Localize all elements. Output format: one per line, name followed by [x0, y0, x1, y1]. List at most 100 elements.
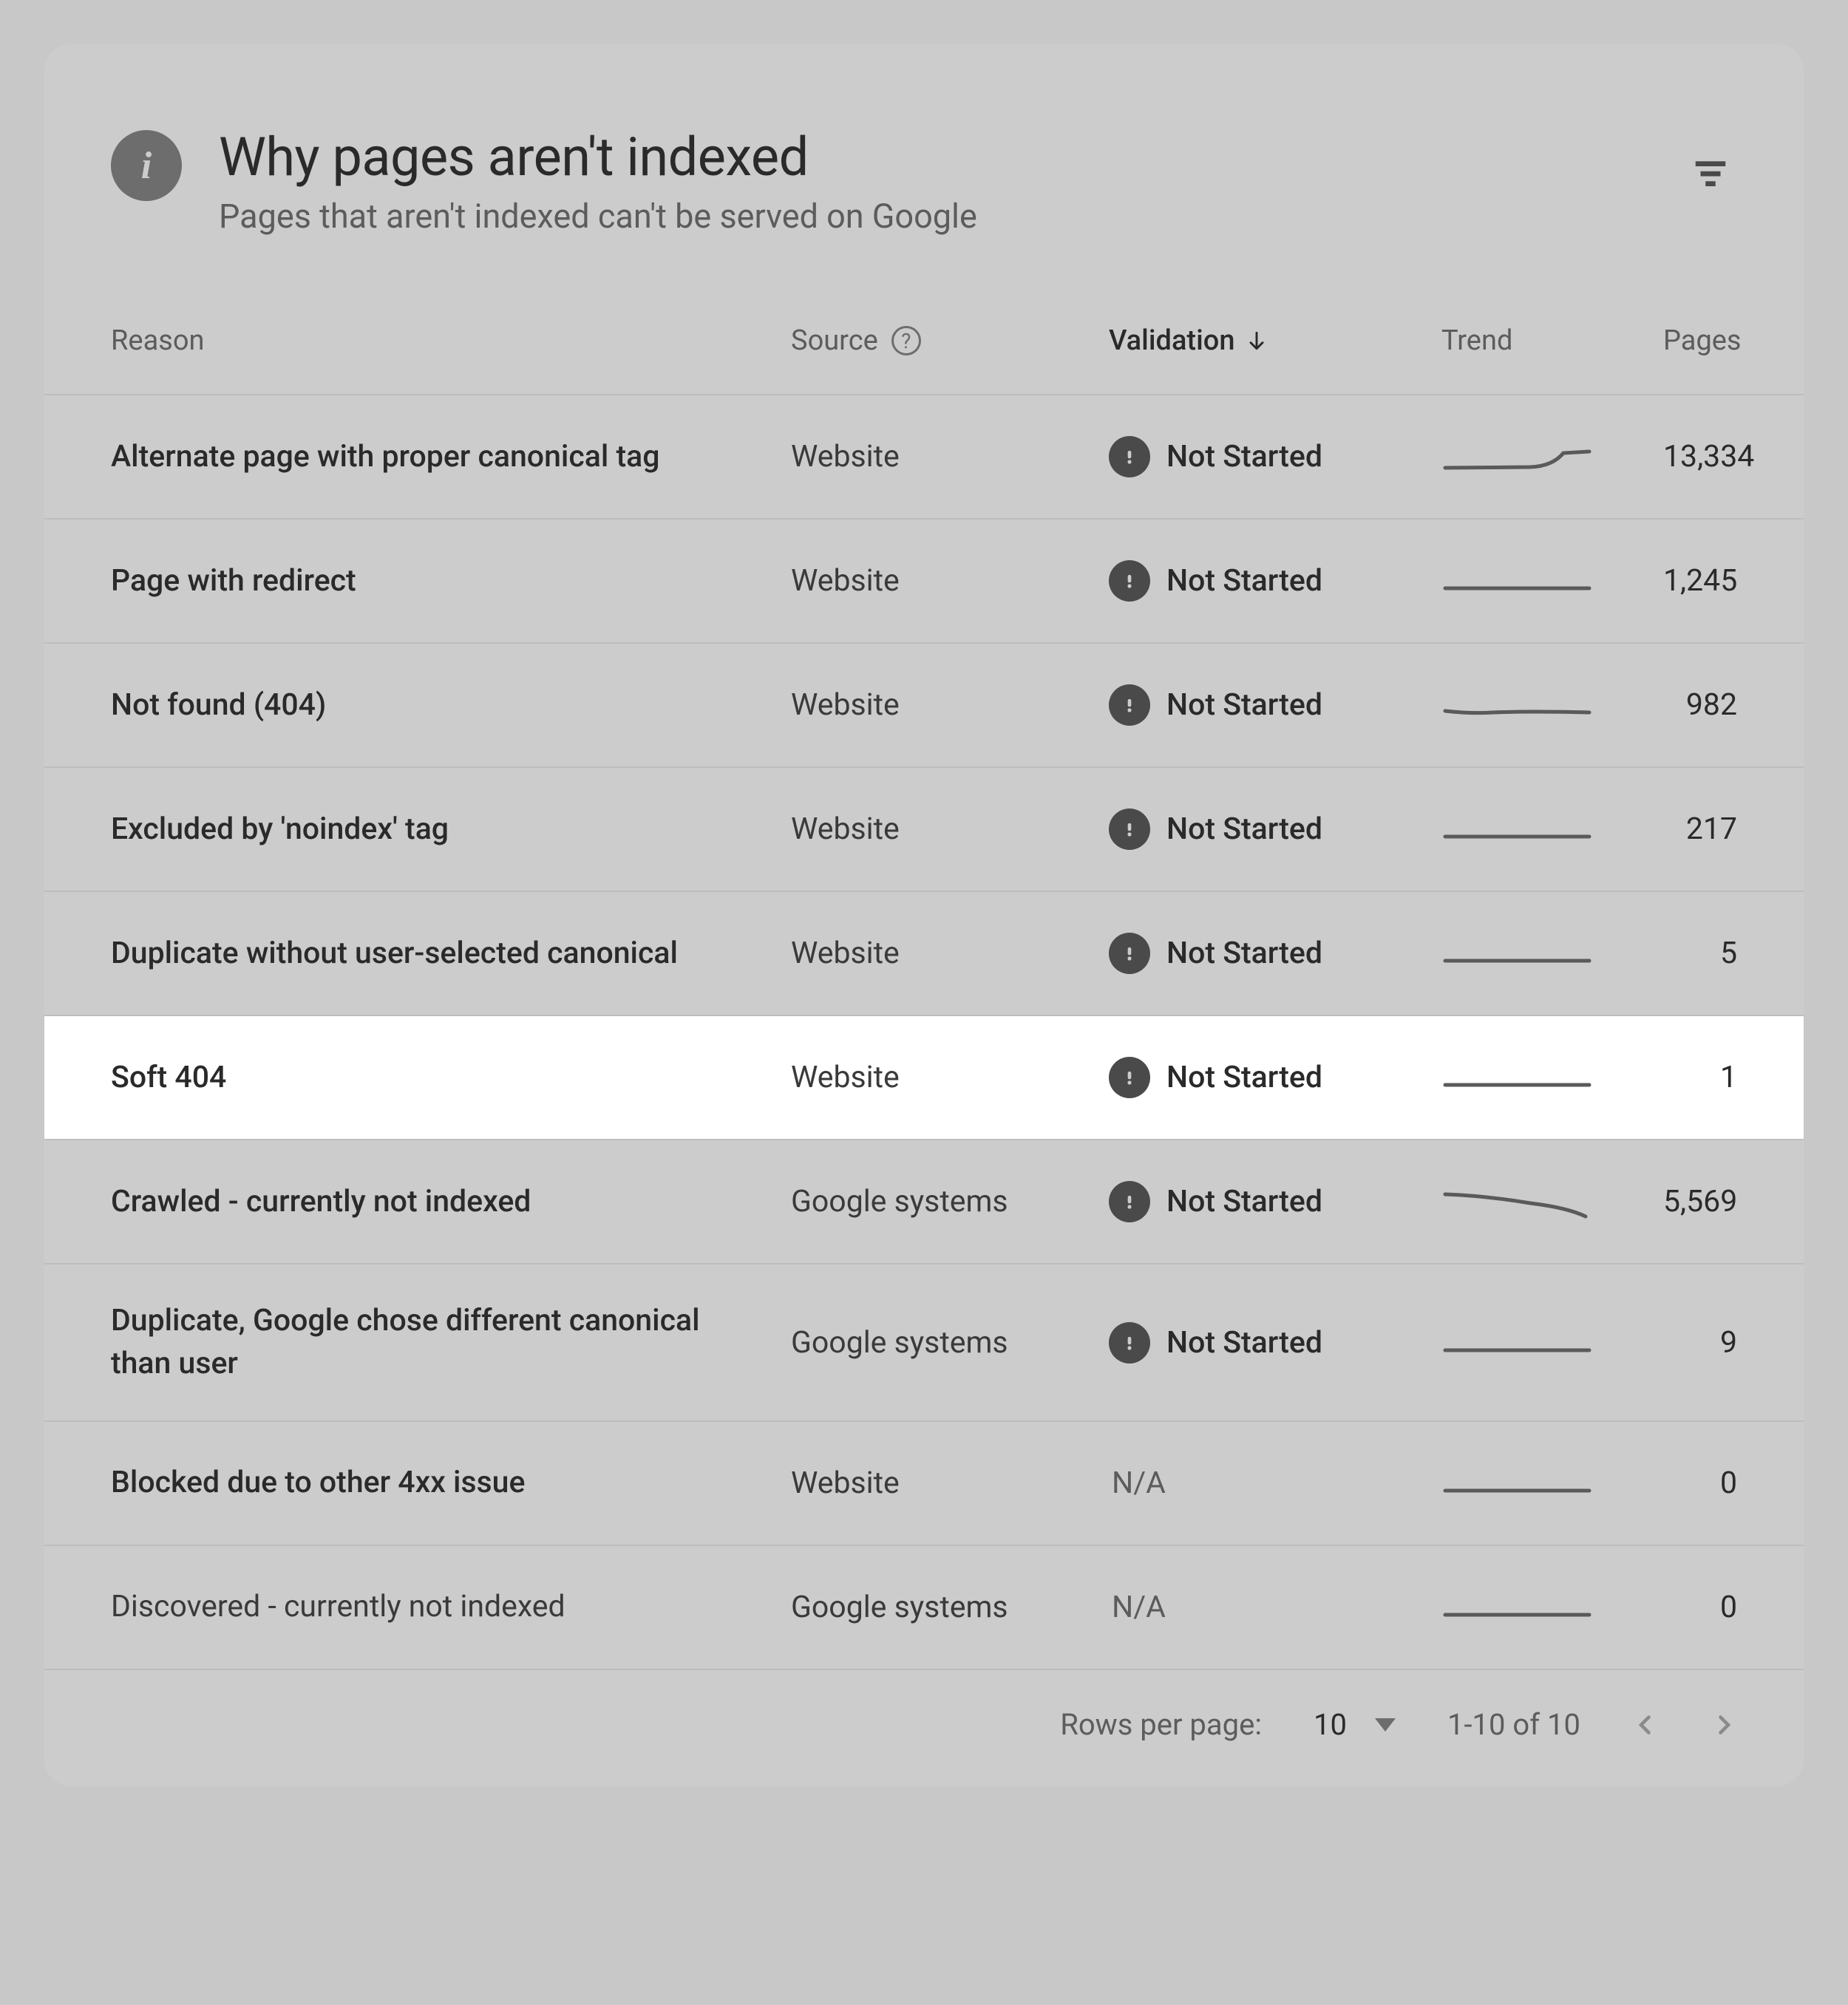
- reason-cell: Duplicate without user-selected canonica…: [111, 933, 791, 975]
- chevron-right-icon: [1711, 1712, 1737, 1738]
- arrow-down-icon: [1245, 329, 1268, 353]
- indexing-report-card: i Why pages aren't indexed Pages that ar…: [44, 44, 1804, 1786]
- validation-cell: Not Started: [1109, 560, 1441, 602]
- trend-sparkline-icon: [1441, 931, 1597, 976]
- col-source[interactable]: Source ?: [791, 324, 1109, 357]
- prev-page-button[interactable]: [1632, 1712, 1659, 1738]
- table-row[interactable]: Discovered - currently not indexedGoogle…: [44, 1545, 1804, 1669]
- trend-cell: [1441, 1585, 1663, 1630]
- reason-cell: Duplicate, Google chose different canoni…: [111, 1300, 791, 1385]
- reason-cell: Excluded by 'noindex' tag: [111, 809, 791, 851]
- validation-cell: Not Started: [1109, 436, 1441, 477]
- source-cell: Website: [791, 563, 1109, 599]
- validation-text: Not Started: [1166, 439, 1322, 474]
- source-cell: Google systems: [791, 1184, 1109, 1219]
- table-row[interactable]: Page with redirectWebsiteNot Started 1,24…: [44, 518, 1804, 642]
- trend-sparkline-icon: [1441, 435, 1597, 479]
- card-subtitle: Pages that aren't indexed can't be serve…: [219, 197, 1647, 236]
- next-page-button[interactable]: [1711, 1712, 1737, 1738]
- table-row[interactable]: Duplicate, Google chose different canoni…: [44, 1263, 1804, 1420]
- warning-icon: [1109, 436, 1150, 477]
- reason-cell: Soft 404: [111, 1057, 791, 1099]
- reason-cell: Page with redirect: [111, 560, 791, 602]
- trend-cell: [1441, 435, 1663, 479]
- chevron-left-icon: [1632, 1712, 1659, 1738]
- pages-cell: 0: [1663, 1590, 1737, 1625]
- validation-cell: N/A: [1109, 1590, 1441, 1625]
- table-row[interactable]: Duplicate without user-selected canonica…: [44, 891, 1804, 1015]
- pages-cell: 5: [1663, 936, 1737, 971]
- col-trend[interactable]: Trend: [1441, 324, 1663, 357]
- source-cell: Google systems: [791, 1590, 1109, 1625]
- trend-cell: [1441, 559, 1663, 603]
- warning-icon: [1109, 933, 1150, 974]
- trend-cell: [1441, 683, 1663, 727]
- source-cell: Google systems: [791, 1325, 1109, 1361]
- trend-cell: [1441, 807, 1663, 851]
- pages-cell: 13,334: [1663, 439, 1754, 474]
- pages-cell: 5,569: [1663, 1184, 1737, 1219]
- reason-cell: Not found (404): [111, 684, 791, 726]
- trend-cell: [1441, 1055, 1663, 1100]
- trend-cell: [1441, 1321, 1663, 1365]
- reason-cell: Crawled - currently not indexed: [111, 1181, 791, 1223]
- trend-sparkline-icon: [1441, 1321, 1597, 1365]
- validation-cell: Not Started: [1109, 684, 1441, 726]
- source-cell: Website: [791, 439, 1109, 474]
- col-source-label: Source: [791, 324, 878, 357]
- source-cell: Website: [791, 1466, 1109, 1501]
- validation-cell: Not Started: [1109, 1322, 1441, 1364]
- card-title: Why pages aren't indexed: [219, 126, 1647, 189]
- validation-text: Not Started: [1166, 1060, 1322, 1095]
- reason-cell: Blocked due to other 4xx issue: [111, 1462, 791, 1504]
- rows-per-page-label: Rows per page:: [1060, 1707, 1262, 1742]
- col-pages[interactable]: Pages: [1663, 324, 1742, 357]
- pages-cell: 982: [1663, 687, 1737, 723]
- reason-cell: Alternate page with proper canonical tag: [111, 436, 791, 478]
- warning-icon: [1109, 1181, 1150, 1222]
- filter-icon: [1691, 153, 1730, 193]
- trend-cell: [1441, 1179, 1663, 1224]
- trend-sparkline-icon: [1441, 1461, 1597, 1505]
- warning-icon: [1109, 560, 1150, 602]
- warning-icon: [1109, 1322, 1150, 1364]
- table-footer: Rows per page: 10 1-10 of 10: [44, 1669, 1804, 1786]
- validation-cell: Not Started: [1109, 809, 1441, 850]
- trend-sparkline-icon: [1441, 1055, 1597, 1100]
- col-validation[interactable]: Validation: [1109, 324, 1441, 357]
- validation-text: Not Started: [1166, 1184, 1322, 1219]
- validation-text: Not Started: [1166, 811, 1322, 847]
- rows-per-page-value: 10: [1314, 1707, 1347, 1742]
- rows-per-page-select[interactable]: 10: [1314, 1707, 1396, 1742]
- dropdown-icon: [1375, 1718, 1396, 1732]
- pages-cell: 1: [1663, 1060, 1737, 1095]
- validation-cell: N/A: [1109, 1466, 1441, 1501]
- table-row[interactable]: Soft 404WebsiteNot Started1: [44, 1015, 1804, 1139]
- warning-icon: [1109, 1057, 1150, 1098]
- table-row[interactable]: Alternate page with proper canonical tag…: [44, 394, 1804, 518]
- validation-cell: Not Started: [1109, 1057, 1441, 1098]
- table-header-row: Reason Source ? Validation Trend Pages: [44, 295, 1804, 394]
- col-reason[interactable]: Reason: [111, 324, 791, 357]
- trend-sparkline-icon: [1441, 1179, 1597, 1224]
- pages-cell: 217: [1663, 811, 1737, 847]
- validation-text: Not Started: [1166, 1325, 1322, 1361]
- trend-sparkline-icon: [1441, 807, 1597, 851]
- pages-cell: 1,245: [1663, 563, 1737, 599]
- filter-button[interactable]: [1684, 146, 1737, 200]
- help-icon[interactable]: ?: [891, 326, 921, 355]
- trend-sparkline-icon: [1441, 1585, 1597, 1630]
- reason-cell: Discovered - currently not indexed: [111, 1586, 791, 1628]
- table-row[interactable]: Not found (404)Website Not Started 982: [44, 642, 1804, 766]
- table-row[interactable]: Excluded by 'noindex' tagWebsiteNot Star…: [44, 766, 1804, 891]
- trend-sparkline-icon: [1441, 559, 1597, 603]
- validation-text: Not Started: [1166, 936, 1322, 971]
- trend-cell: [1441, 931, 1663, 976]
- table-row[interactable]: Blocked due to other 4xx issueWebsiteN/A…: [44, 1420, 1804, 1545]
- card-header: i Why pages aren't indexed Pages that ar…: [44, 44, 1804, 295]
- pagination-nav: [1632, 1712, 1737, 1738]
- source-cell: Website: [791, 687, 1109, 723]
- trend-sparkline-icon: [1441, 683, 1597, 727]
- table-row[interactable]: Crawled - currently not indexedGoogle sy…: [44, 1139, 1804, 1263]
- validation-text: Not Started: [1166, 687, 1322, 723]
